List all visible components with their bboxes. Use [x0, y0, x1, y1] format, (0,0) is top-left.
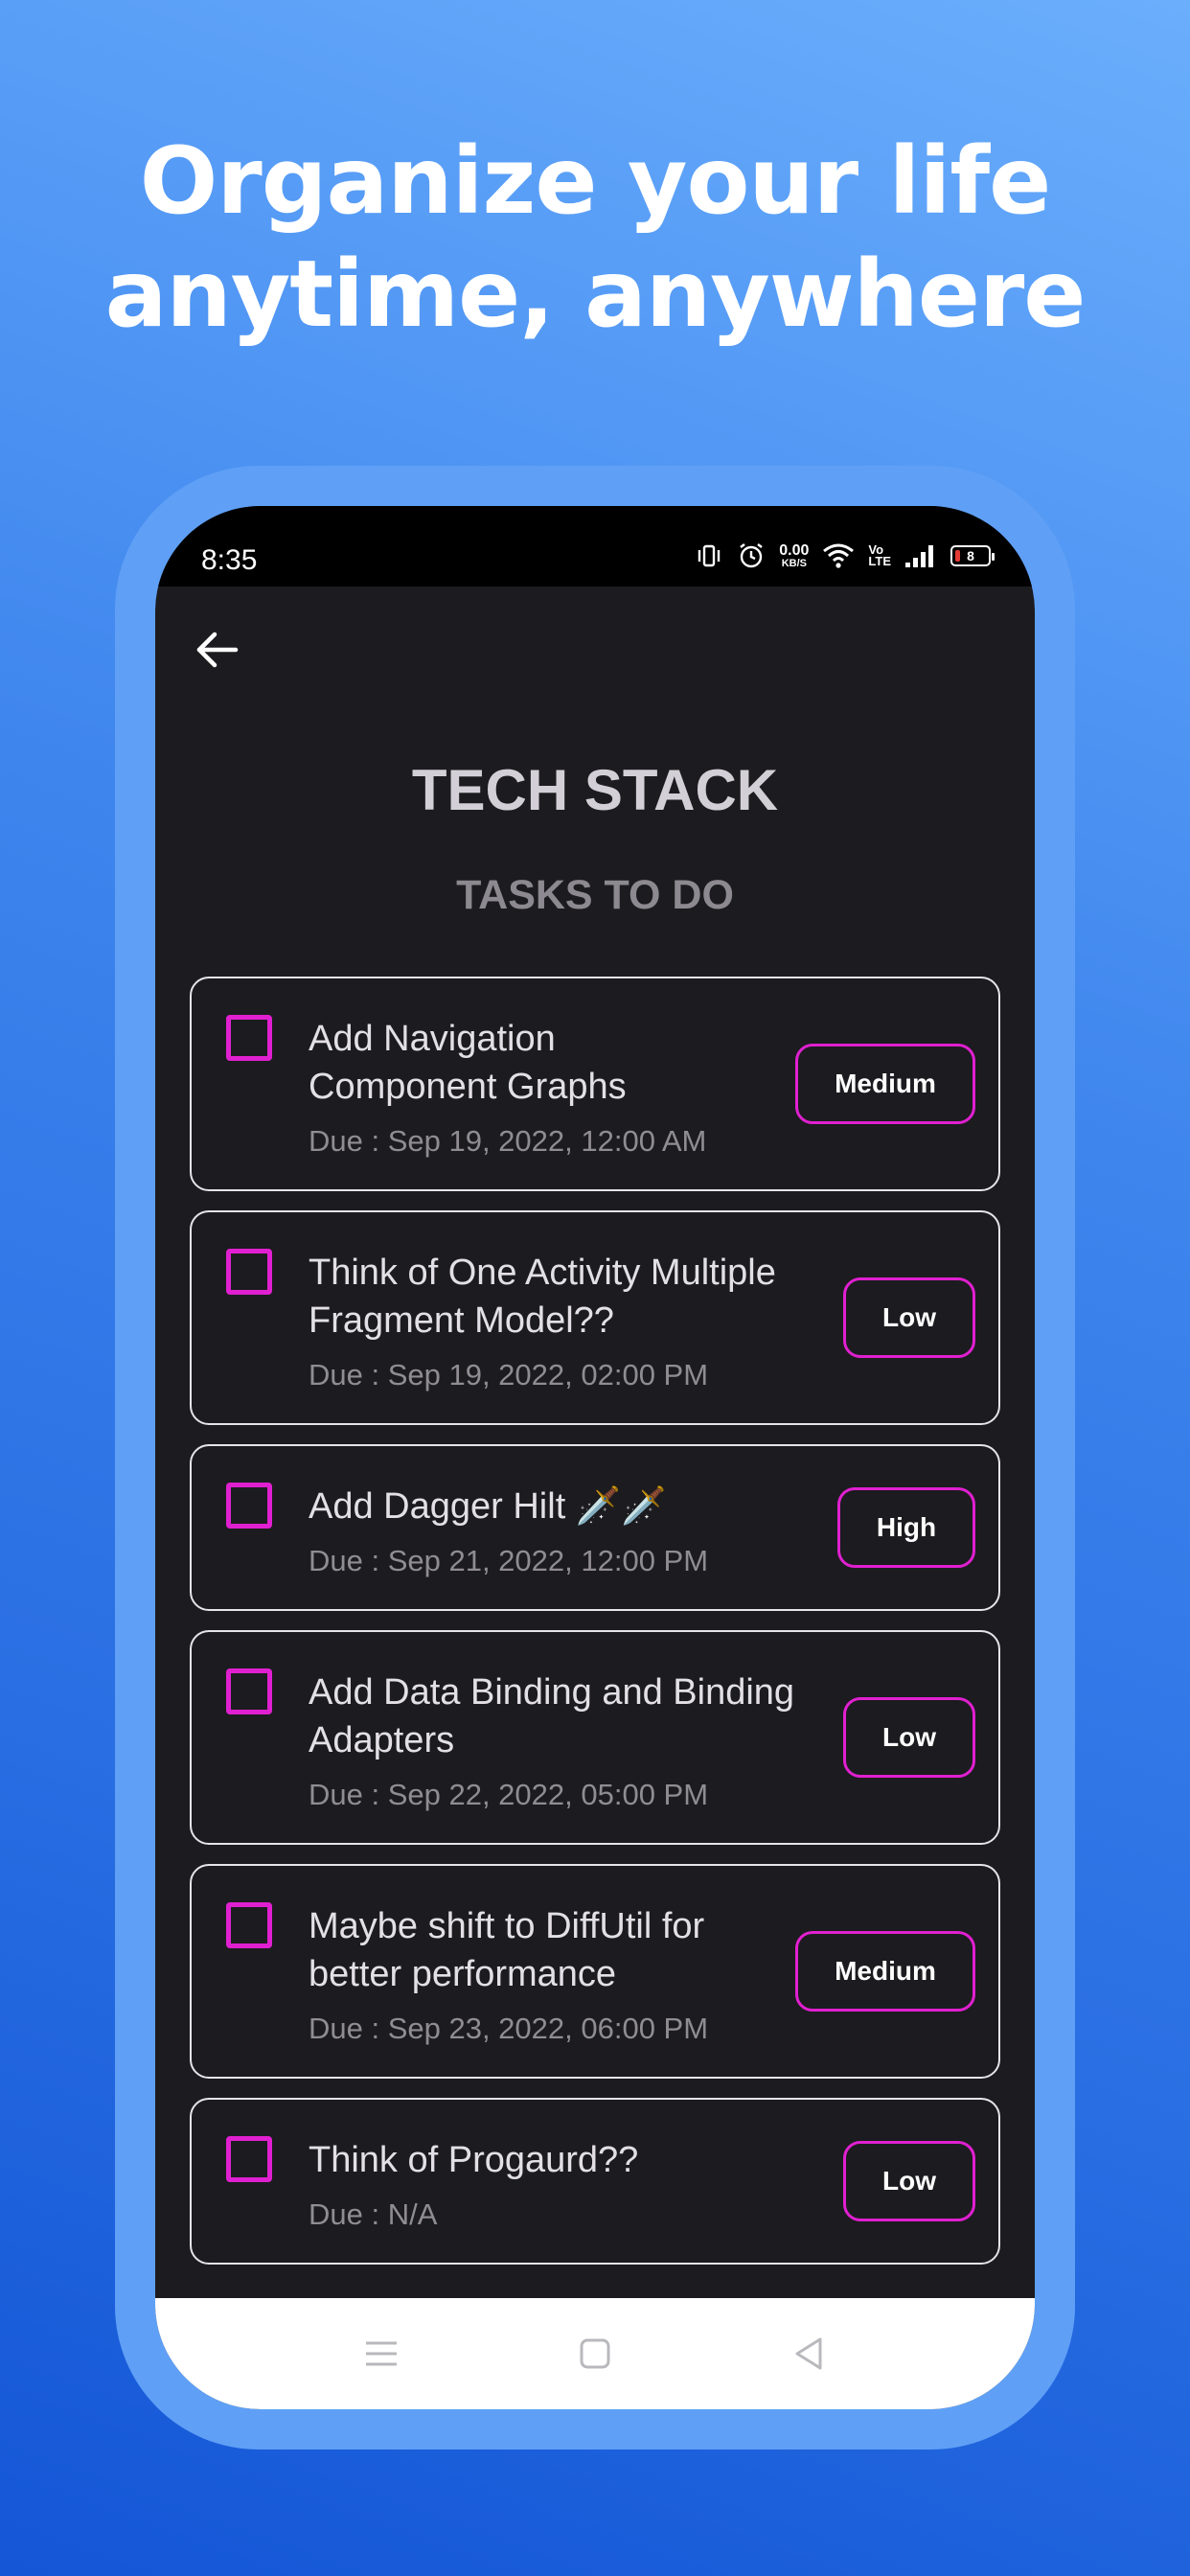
- recents-button[interactable]: [358, 2331, 404, 2377]
- menu-icon: [366, 2341, 397, 2366]
- task-due-date: Due : Sep 21, 2022, 12:00 PM: [309, 1544, 709, 1577]
- task-title-line2: Adapters: [309, 1720, 455, 1760]
- home-button[interactable]: [572, 2331, 618, 2377]
- promo-headline-line1: Organize your life: [139, 127, 1051, 235]
- task-title-line1: Add Dagger Hilt 🗡️🗡️: [309, 1486, 667, 1527]
- task-card[interactable]: Think of One Activity Multiple Fragment …: [190, 1210, 1000, 1425]
- task-text: Think of One Activity Multiple Fragment …: [309, 1249, 845, 1394]
- task-title-line2: Component Graphs: [309, 1067, 627, 1107]
- task-due-date: Due : Sep 22, 2022, 05:00 PM: [309, 1778, 709, 1811]
- task-due-date: Due : N/A: [309, 2197, 438, 2231]
- page-title: TECH STACK: [411, 758, 779, 822]
- task-title-line1: Maybe shift to DiffUtil for: [309, 1906, 705, 1946]
- back-triangle-icon: [795, 2337, 822, 2370]
- priority-badge[interactable]: High: [837, 1487, 975, 1568]
- task-title-line2: better performance: [309, 1954, 617, 1994]
- task-text: Maybe shift to DiffUtil for better perfo…: [309, 1902, 845, 2048]
- task-title: Think of Progaurd??: [309, 2136, 845, 2184]
- battery-level: 8: [967, 548, 974, 564]
- task-due-date: Due : Sep 23, 2022, 06:00 PM: [309, 2012, 709, 2045]
- arrow-left-icon: [196, 632, 239, 668]
- task-checkbox[interactable]: [226, 2136, 272, 2182]
- priority-badge[interactable]: Medium: [795, 1044, 975, 1124]
- vibrate-icon: [695, 541, 723, 570]
- status-icons: 0.00 KB/S Vo LTE 8: [695, 539, 995, 573]
- status-time: 8:35: [201, 544, 258, 576]
- promo-headline-line2: anytime, anywhere: [104, 241, 1087, 348]
- phone-screen: 8:35 0.00 KB/S Vo LTE 8 TECH STACK TASKS…: [155, 506, 1035, 2409]
- task-title: Add Navigation Component Graphs: [309, 1015, 845, 1111]
- task-title-line1: Add Navigation: [309, 1019, 556, 1059]
- task-title-line2: Fragment Model??: [309, 1300, 614, 1341]
- wifi-icon: [822, 542, 855, 569]
- priority-badge[interactable]: Low: [843, 2141, 975, 2221]
- promo-headline: Organize your life anytime, anywhere: [0, 125, 1190, 351]
- alarm-icon: [737, 541, 766, 570]
- net-speed-value: 0.00: [779, 541, 810, 559]
- task-due-date: Due : Sep 19, 2022, 02:00 PM: [309, 1358, 709, 1392]
- task-text: Add Data Binding and Binding Adapters Du…: [309, 1668, 845, 1814]
- task-text: Add Dagger Hilt 🗡️🗡️ Due : Sep 21, 2022,…: [309, 1483, 845, 1580]
- task-checkbox[interactable]: [226, 1015, 272, 1061]
- back-button[interactable]: [186, 619, 247, 680]
- task-card[interactable]: Think of Progaurd?? Due : N/A Low: [190, 2098, 1000, 2265]
- task-checkbox[interactable]: [226, 1249, 272, 1295]
- device-frame: 8:35 0.00 KB/S Vo LTE 8 TECH STACK TASKS…: [115, 466, 1075, 2450]
- task-due-date: Due : Sep 19, 2022, 12:00 AM: [309, 1124, 707, 1158]
- task-title: Think of One Activity Multiple Fragment …: [309, 1249, 845, 1345]
- system-nav-bar: [155, 2298, 1035, 2409]
- net-speed-unit: KB/S: [781, 557, 807, 569]
- status-bar: 8:35 0.00 KB/S Vo LTE 8: [155, 506, 1035, 586]
- task-title-line1: Think of One Activity Multiple: [309, 1253, 776, 1293]
- task-title-line1: Think of Progaurd??: [309, 2140, 639, 2180]
- task-checkbox[interactable]: [226, 1902, 272, 1948]
- task-card[interactable]: Add Navigation Component Graphs Due : Se…: [190, 977, 1000, 1191]
- task-card[interactable]: Add Data Binding and Binding Adapters Du…: [190, 1630, 1000, 1845]
- signal-icon: [904, 543, 937, 568]
- task-title-line1: Add Data Binding and Binding: [309, 1672, 795, 1713]
- system-back-button[interactable]: [786, 2331, 832, 2377]
- volte-icon: Vo LTE: [868, 542, 891, 568]
- priority-badge[interactable]: Low: [843, 1697, 975, 1778]
- net-speed-indicator: 0.00 KB/S: [779, 541, 810, 569]
- task-title: Add Dagger Hilt 🗡️🗡️: [309, 1483, 845, 1530]
- priority-badge[interactable]: Medium: [795, 1931, 975, 2012]
- task-text: Think of Progaurd?? Due : N/A: [309, 2136, 845, 2234]
- volte-bottom: LTE: [868, 554, 891, 568]
- priority-badge[interactable]: Low: [843, 1277, 975, 1358]
- task-title: Maybe shift to DiffUtil for better perfo…: [309, 1902, 845, 1998]
- task-text: Add Navigation Component Graphs Due : Se…: [309, 1015, 845, 1161]
- task-card[interactable]: Add Dagger Hilt 🗡️🗡️ Due : Sep 21, 2022,…: [190, 1444, 1000, 1611]
- home-square-icon: [580, 2338, 610, 2369]
- battery-icon: 8: [950, 545, 995, 566]
- task-checkbox[interactable]: [226, 1483, 272, 1529]
- task-title: Add Data Binding and Binding Adapters: [309, 1668, 845, 1764]
- task-card[interactable]: Maybe shift to DiffUtil for better perfo…: [190, 1864, 1000, 2079]
- task-checkbox[interactable]: [226, 1668, 272, 1714]
- section-title: TASKS TO DO: [456, 872, 734, 918]
